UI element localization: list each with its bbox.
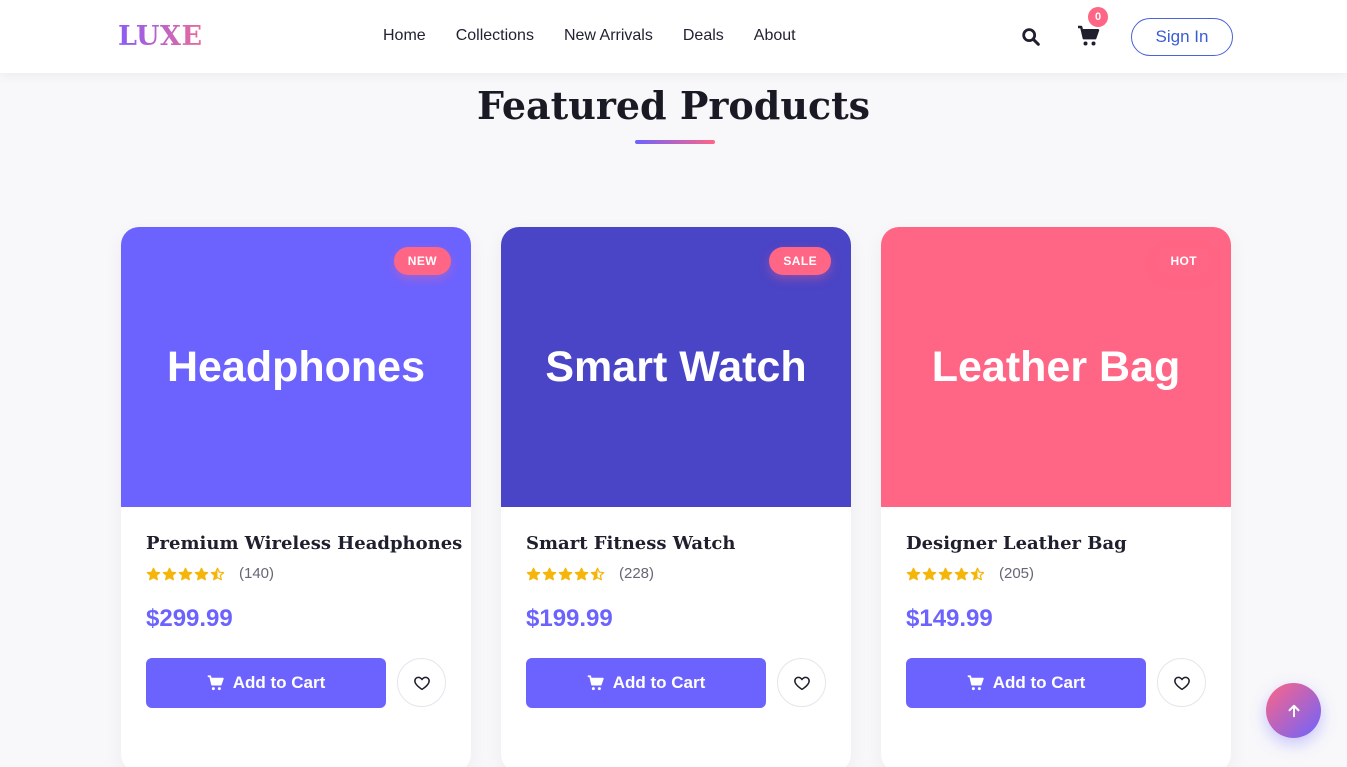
star-full-icon: [162, 567, 177, 580]
nav-new-arrivals[interactable]: New Arrivals: [564, 25, 653, 47]
star-full-icon: [194, 567, 209, 580]
wishlist-button[interactable]: [777, 658, 826, 707]
heart-icon: [1173, 676, 1190, 690]
nav-home[interactable]: Home: [383, 25, 426, 47]
product-badge: NEW: [393, 247, 451, 275]
star-rating: [906, 567, 985, 582]
arrow-up-icon: [1288, 704, 1299, 717]
sign-in-button[interactable]: Sign In: [1131, 18, 1233, 56]
main-nav: Home Collections New Arrivals Deals Abou…: [383, 25, 796, 47]
wishlist-button[interactable]: [397, 658, 446, 707]
product-image-label: Headphones: [166, 343, 426, 391]
product-price: $149.99: [906, 605, 993, 632]
product-name[interactable]: Premium Wireless Headphones: [146, 531, 462, 557]
star-half-icon: [590, 567, 605, 580]
add-to-cart-button[interactable]: Add to Cart: [146, 658, 386, 708]
product-rating: (205): [906, 564, 1034, 584]
star-half-icon: [210, 567, 225, 580]
heart-icon: [793, 676, 810, 690]
add-to-cart-label: Add to Cart: [232, 673, 326, 692]
cart-button[interactable]: [1077, 24, 1101, 48]
product-name[interactable]: Smart Fitness Watch: [526, 531, 735, 557]
cart-count-badge: 0: [1088, 7, 1108, 27]
add-to-cart-label: Add to Cart: [992, 673, 1086, 692]
star-full-icon: [558, 567, 573, 580]
star-full-icon: [922, 567, 937, 580]
product-image-label: Smart Watch: [545, 343, 807, 391]
title-underline: [635, 140, 715, 144]
rating-count: (140): [239, 565, 275, 582]
navbar: LUXE Home Collections New Arrivals Deals…: [0, 0, 1347, 73]
product-card: Headphones NEW Premium Wireless Headphon…: [121, 227, 471, 767]
star-rating: [146, 567, 225, 582]
star-full-icon: [906, 567, 921, 580]
star-rating: [526, 567, 605, 582]
scroll-to-top-button[interactable]: [1266, 683, 1321, 738]
wishlist-button[interactable]: [1157, 658, 1206, 707]
star-full-icon: [526, 567, 541, 580]
rating-count: (205): [999, 565, 1035, 582]
add-to-cart-button[interactable]: Add to Cart: [906, 658, 1146, 708]
cart-icon: [967, 675, 984, 691]
product-name[interactable]: Designer Leather Bag: [906, 531, 1127, 557]
cart-icon: [587, 675, 604, 691]
star-full-icon: [574, 567, 589, 580]
product-card: Leather Bag HOT Designer Leather Bag (20…: [881, 227, 1231, 767]
cart-icon: [1078, 25, 1100, 46]
product-rating: (228): [526, 564, 654, 584]
product-rating: (140): [146, 564, 274, 584]
product-image-label: Leather Bag: [931, 343, 1181, 391]
product-badge: SALE: [769, 247, 831, 275]
cart-icon: [207, 675, 224, 691]
product-card: Smart Watch SALE Smart Fitness Watch (22…: [501, 227, 851, 767]
nav-collections[interactable]: Collections: [456, 25, 534, 47]
brand-logo[interactable]: LUXE: [118, 20, 203, 54]
star-full-icon: [954, 567, 969, 580]
nav-deals[interactable]: Deals: [683, 25, 724, 47]
star-full-icon: [146, 567, 161, 580]
star-half-icon: [970, 567, 985, 580]
search-icon: [1022, 28, 1040, 46]
star-full-icon: [178, 567, 193, 580]
product-badge: HOT: [1156, 247, 1211, 275]
search-button[interactable]: [1020, 26, 1042, 48]
heart-icon: [413, 676, 430, 690]
add-to-cart-button[interactable]: Add to Cart: [526, 658, 766, 708]
add-to-cart-label: Add to Cart: [612, 673, 706, 692]
rating-count: (228): [619, 565, 655, 582]
star-full-icon: [542, 567, 557, 580]
product-price: $299.99: [146, 605, 233, 632]
nav-about[interactable]: About: [754, 25, 796, 47]
product-price: $199.99: [526, 605, 613, 632]
star-full-icon: [938, 567, 953, 580]
section-title: Featured Products: [476, 83, 871, 128]
